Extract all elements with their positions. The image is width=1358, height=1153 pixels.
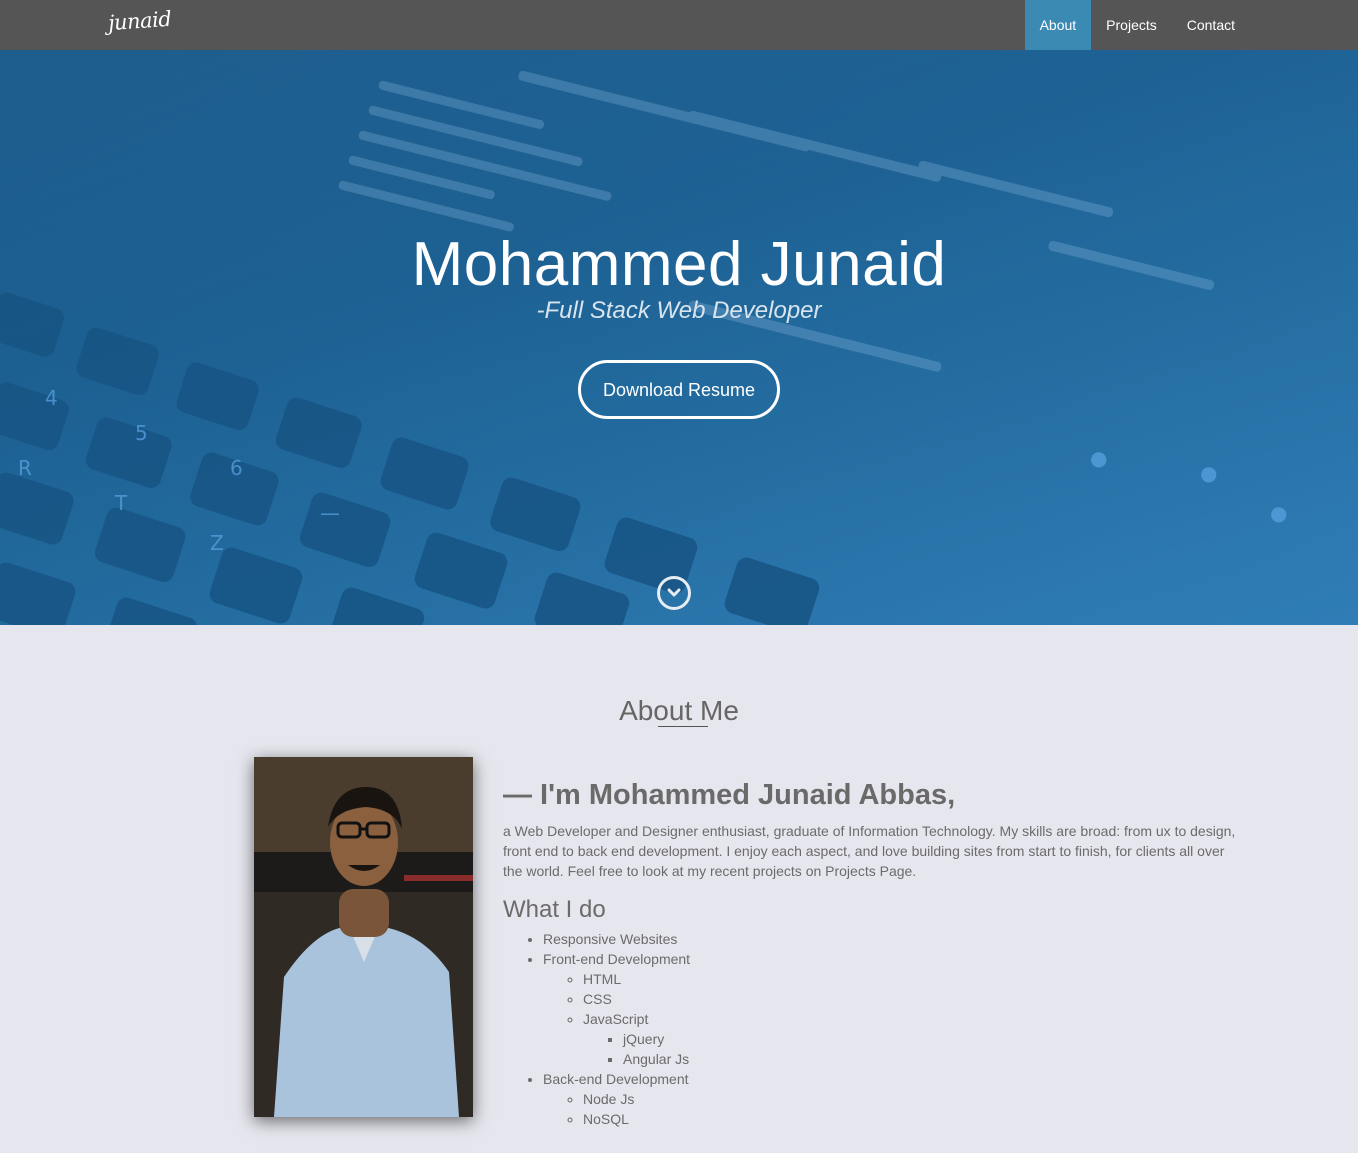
hero-subtitle: -Full Stack Web Developer [536,297,822,324]
navbar: junaid About Projects Contact [0,0,1358,50]
nav-item-contact[interactable]: Contact [1172,0,1250,50]
brand-logo[interactable]: junaid [107,7,172,35]
scroll-down-button[interactable] [657,576,691,610]
skill-subitem: HTML [583,969,1243,989]
svg-text:Z: Z [210,531,224,555]
svg-text:—: — [320,501,340,525]
skill-label: Back-end Development [543,1071,689,1087]
skill-subitem: JavaScript jQuery Angular Js [583,1009,1243,1069]
svg-text:●: ● [1270,501,1287,525]
heading-underline [658,726,708,727]
svg-text:6: 6 [230,456,243,480]
svg-text:5: 5 [135,421,148,445]
skill-item: Back-end Development Node Js NoSQL [543,1069,1243,1129]
nav-item-projects[interactable]: Projects [1091,0,1172,50]
bio-description: a Web Developer and Designer enthusiast,… [503,823,1236,879]
skill-subitem: CSS [583,989,1243,1009]
about-section: About Me — I'm Mohammed Junaid Abbas, a … [0,625,1358,1153]
skill-subitem: jQuery [623,1029,1243,1049]
svg-text:T: T [114,491,128,515]
skill-item: Responsive Websites [543,929,1243,949]
nav-menu: About Projects Contact [1024,0,1250,50]
chevron-down-icon [667,588,681,597]
skill-sublist: HTML CSS JavaScript jQuery Angular Js [543,969,1243,1069]
skills-list: Responsive Websites Front-end Developmen… [503,929,1243,1129]
skill-label: Front-end Development [543,951,691,967]
skill-subitem: NoSQL [583,1109,1243,1129]
svg-text:●: ● [1090,446,1107,470]
skill-subitem: Angular Js [623,1049,1243,1069]
what-i-do-heading: What I do [503,896,606,923]
bio-intro: — I'm Mohammed Junaid Abbas, [503,779,956,811]
skill-item: Front-end Development HTML CSS JavaScrip… [543,949,1243,1069]
skill-sublist: jQuery Angular Js [583,1029,1243,1069]
hero-title: Mohammed Junaid [411,230,947,299]
hero-content: Mohammed Junaid -Full Stack Web Develope… [0,230,1358,419]
skill-sublist: Node Js NoSQL [543,1089,1243,1129]
bio-section: — I'm Mohammed Junaid Abbas, a Web Devel… [503,775,1243,1129]
download-resume-button[interactable]: Download Resume [578,360,780,419]
hero-section: 4 5 6 R T Z — ● ● ● Mohammed Junaid -Ful… [0,50,1358,625]
about-heading: About Me [619,695,739,726]
svg-text:R: R [18,456,32,480]
profile-photo [254,757,473,1117]
skill-subitem: Node Js [583,1089,1243,1109]
skill-label: JavaScript [583,1011,649,1027]
nav-item-about[interactable]: About [1024,0,1092,50]
svg-text:●: ● [1200,461,1217,485]
